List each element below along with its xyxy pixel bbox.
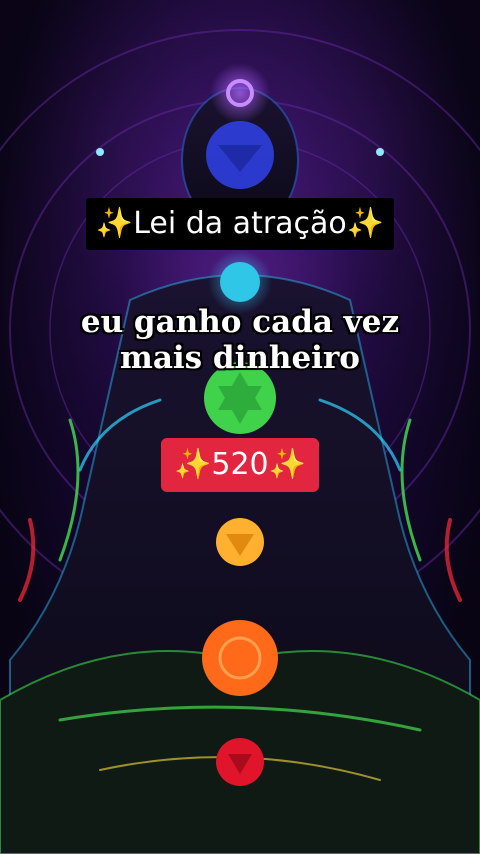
count-badge: ✨520✨	[161, 438, 319, 492]
affirmation-text: eu ganho cada vez mais dinheiro	[0, 304, 480, 376]
chakra-root-icon	[216, 738, 264, 786]
sparkle-dot	[96, 148, 104, 156]
meditating-figure-illustration	[0, 29, 480, 854]
sparkles-icon: ✨	[174, 447, 212, 482]
chakra-crown-icon	[210, 63, 270, 123]
sparkle-dot	[376, 148, 384, 156]
sparkles-icon: ✨	[95, 206, 134, 241]
count-value: 520	[211, 447, 269, 482]
chakra-sacral-icon	[202, 620, 278, 696]
title-text: Lei da atração	[133, 206, 347, 241]
video-frame: ✨Lei da atração✨ eu ganho cada vez mais …	[0, 0, 480, 854]
title-caption: ✨Lei da atração✨	[86, 198, 394, 250]
sparkles-icon: ✨	[268, 447, 306, 482]
chakra-solar-plexus-icon	[216, 518, 264, 566]
chakra-third-eye-icon	[206, 121, 274, 189]
sparkles-icon: ✨	[346, 206, 385, 241]
affirmation-line-2: mais dinheiro	[120, 340, 360, 376]
affirmation-line-1: eu ganho cada vez	[80, 304, 400, 340]
